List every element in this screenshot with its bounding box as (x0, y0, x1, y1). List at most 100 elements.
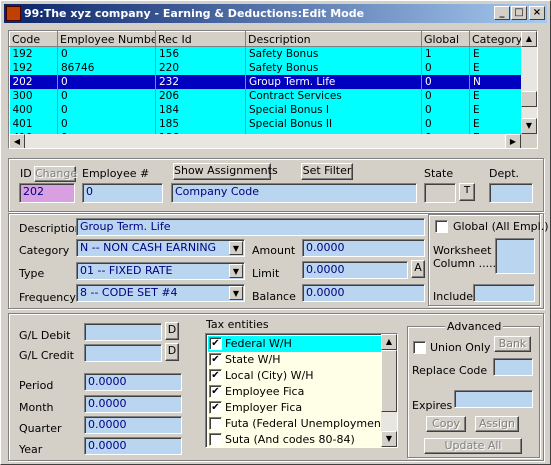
assign-button[interactable]: Assign (475, 416, 519, 432)
copy-button[interactable]: Copy (426, 416, 466, 432)
state-label: State (424, 167, 454, 180)
union-only-checkbox[interactable] (413, 341, 426, 354)
grid-vertical-scrollbar[interactable]: ▲ ▼ (521, 31, 537, 134)
dept-field[interactable] (489, 183, 533, 203)
close-button[interactable]: × (529, 6, 545, 20)
period-field[interactable]: 0.0000 (84, 373, 182, 391)
expires-field[interactable] (454, 390, 533, 408)
union-only-label: Union Only (430, 341, 491, 354)
tax-scrollbar[interactable]: ▲ ▼ (381, 334, 397, 447)
list-item[interactable]: ✔ State W/H (208, 352, 384, 368)
scroll-left-icon[interactable]: ◀ (9, 134, 25, 148)
chevron-down-icon[interactable]: ▼ (229, 264, 243, 278)
description-field[interactable]: Group Term. Life (76, 218, 425, 236)
list-item[interactable]: Futa (Federal Unemployment) (208, 416, 389, 432)
balance-label: Balance (252, 290, 296, 303)
scroll-up-icon[interactable]: ▲ (521, 31, 537, 47)
frequency-select[interactable]: 8 -- CODE SET #4 ▼ (76, 284, 245, 302)
global-checkbox[interactable] (435, 220, 448, 233)
worksheet-label: Worksheet (433, 244, 492, 257)
month-label: Month (19, 401, 54, 414)
id-field[interactable]: 202 (19, 183, 75, 203)
maximize-button[interactable]: □ (511, 6, 527, 20)
scroll-thumb[interactable] (381, 350, 397, 412)
table-row[interactable]: 192 0 156 Safety Bonus 1 E (9, 46, 522, 61)
grid-horizontal-scrollbar[interactable]: ◀ ▶ (9, 134, 521, 148)
bank-button[interactable]: Bank (494, 336, 531, 352)
records-grid[interactable]: Code Employee Number Rec Id Description … (8, 30, 538, 149)
year-field[interactable]: 0.0000 (84, 437, 182, 455)
gl-debit-d-button[interactable]: D (165, 322, 179, 340)
col-header-code[interactable]: Code (9, 31, 58, 47)
replace-code-field[interactable] (493, 358, 533, 376)
quarter-field[interactable]: 0.0000 (84, 416, 182, 434)
tax-checkbox[interactable]: ✔ (209, 353, 222, 366)
gl-credit-d-button[interactable]: D (165, 343, 179, 361)
scroll-thumb[interactable] (521, 91, 537, 107)
table-row[interactable]: 192 86746 220 Safety Bonus 0 E (9, 60, 522, 75)
tax-checkbox[interactable]: ✔ (209, 385, 222, 398)
cell: E (469, 46, 522, 61)
list-item[interactable]: ✔ Employer Fica (208, 400, 384, 416)
table-row[interactable]: 300 0 206 Contract Services 0 E (9, 88, 522, 103)
scroll-down-icon[interactable]: ▼ (381, 431, 397, 447)
amount-field[interactable]: 0.0000 (302, 239, 425, 257)
list-item[interactable]: ✔ Local (City) W/H (208, 368, 384, 384)
gl-debit-label: G/L Debit (19, 329, 71, 342)
include-field[interactable] (473, 284, 535, 302)
chevron-down-icon[interactable]: ▼ (229, 286, 243, 300)
title-bar[interactable]: 99:The xyz company - Earning & Deduction… (4, 4, 547, 23)
gl-credit-field[interactable] (84, 344, 162, 362)
tax-checkbox[interactable]: ✔ (209, 369, 222, 382)
list-item[interactable]: ✔ Federal W/H (208, 336, 384, 352)
scroll-right-icon[interactable]: ▶ (505, 134, 521, 148)
balance-field[interactable]: 0.0000 (302, 284, 425, 302)
change-button[interactable]: Change (34, 166, 77, 182)
show-assignments-button[interactable]: Show Assignments (173, 163, 278, 180)
cell: 0 (57, 102, 156, 117)
tax-checkbox[interactable]: ✔ (209, 337, 222, 350)
tax-entities-list[interactable]: ✔ Federal W/H ✔ State W/H ✔ Local (City) W/… (205, 333, 398, 448)
col-header-description[interactable]: Description (245, 31, 422, 47)
list-item[interactable]: Suta (And codes 80-84) (208, 432, 384, 447)
tax-checkbox[interactable] (209, 417, 222, 430)
col-header-global[interactable]: Global (421, 31, 470, 47)
scroll-up-icon[interactable]: ▲ (381, 334, 397, 350)
table-row[interactable]: 400 0 184 Special Bonus I0E (9, 102, 522, 117)
employee-field[interactable]: 0 (82, 183, 163, 203)
tax-checkbox[interactable]: ✔ (209, 401, 222, 414)
month-field[interactable]: 0.0000 (84, 395, 182, 413)
limit-field[interactable]: 0.0000 (302, 261, 408, 279)
advanced-label: Advanced (445, 320, 504, 333)
table-row-selected[interactable]: 202 0 232 Group Term. Life 0 N (9, 74, 522, 89)
limit-a-button[interactable]: A (411, 260, 425, 278)
col-header-rec-id[interactable]: Rec Id (155, 31, 246, 47)
set-filter-button[interactable]: Set Filter (301, 163, 353, 180)
category-label: Category (19, 244, 70, 257)
category-select[interactable]: N -- NON CASH EARNING ▼ (76, 239, 245, 257)
cell: 232 (155, 74, 246, 89)
replace-code-label: Replace Code (412, 364, 488, 377)
cell: 206 (155, 88, 246, 103)
gl-credit-label: G/L Credit (19, 349, 74, 362)
type-select[interactable]: 01 -- FIXED RATE ▼ (76, 262, 245, 280)
minimize-button[interactable]: _ (494, 6, 510, 20)
tax-label: Local (City) W/H (225, 369, 314, 382)
list-item[interactable]: ✔ Employee Fica (208, 384, 384, 400)
gl-debit-field[interactable] (84, 323, 162, 341)
tax-label: Employer Fica (225, 401, 303, 414)
employee-label: Employee # (82, 167, 150, 180)
frequency-value: 8 -- CODE SET #4 (80, 286, 178, 299)
col-header-category[interactable]: Category (469, 31, 522, 47)
state-field[interactable] (424, 183, 456, 203)
chevron-down-icon[interactable]: ▼ (229, 241, 243, 255)
tax-checkbox[interactable] (209, 433, 222, 446)
col-header-employee-number[interactable]: Employee Number (57, 31, 156, 47)
scroll-down-icon[interactable]: ▼ (521, 118, 537, 134)
update-all-button[interactable]: Update All (424, 438, 522, 454)
table-row[interactable]: 401 0 185 Special Bonus II 0 E (9, 116, 522, 131)
cell: 1 (421, 46, 470, 61)
cell: 192 (9, 46, 58, 61)
worksheet-column-field[interactable] (495, 238, 535, 274)
state-lookup-button[interactable]: T (459, 183, 475, 201)
